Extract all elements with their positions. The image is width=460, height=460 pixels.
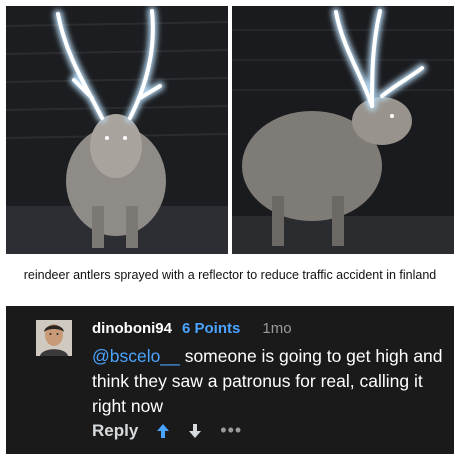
- downvote-arrow-icon[interactable]: [188, 423, 202, 439]
- upvote-arrow-icon[interactable]: [156, 423, 170, 439]
- comment-username[interactable]: dinoboni94: [92, 320, 172, 337]
- more-dots-icon[interactable]: •••: [220, 420, 242, 441]
- comment-body: @bscelo__ someone is going to get high a…: [92, 344, 444, 419]
- comment-actions: Reply •••: [92, 420, 242, 441]
- avatar[interactable]: [36, 320, 72, 356]
- reindeer-photo-side: [232, 6, 454, 254]
- comment-points: 6 Points: [182, 320, 241, 337]
- reindeer-photo-front: [6, 6, 228, 254]
- comment-meta: dinoboni94 6 Points 1mo: [92, 320, 292, 337]
- reply-button[interactable]: Reply: [92, 421, 138, 441]
- comment-mention[interactable]: @bscelo__: [92, 346, 180, 366]
- post-caption: reindeer antlers sprayed with a reflecto…: [23, 268, 437, 282]
- comment-card: dinoboni94 6 Points 1mo @bscelo__ someone …: [6, 306, 454, 454]
- photo-collage: [6, 6, 454, 254]
- comment-timestamp: 1mo: [262, 320, 292, 337]
